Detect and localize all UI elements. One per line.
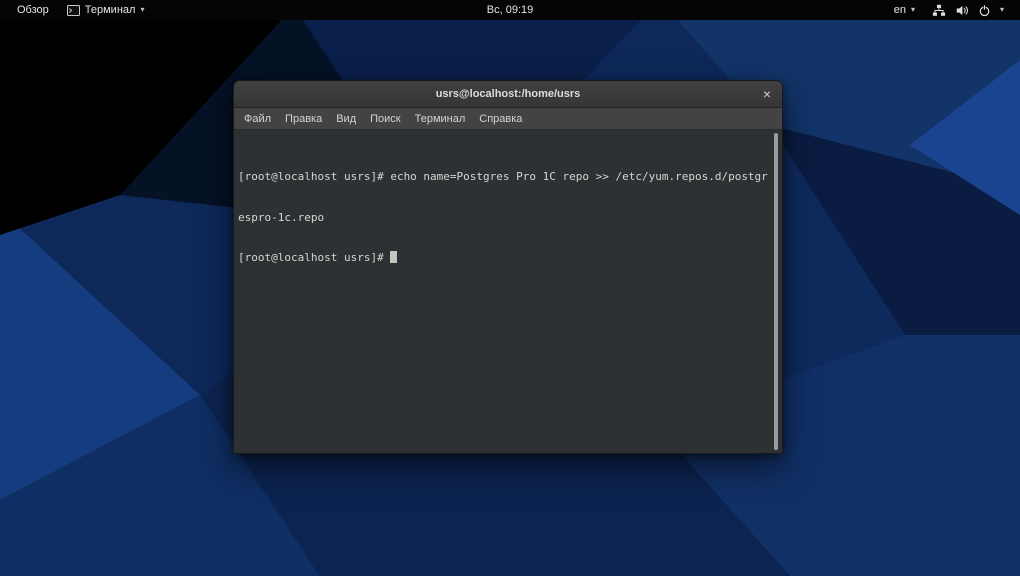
menu-item-file[interactable]: Файл [237, 108, 278, 129]
terminal-icon [66, 4, 80, 16]
topbar-left: Обзор Терминал ▾ [0, 0, 153, 20]
menu-item-edit[interactable]: Правка [278, 108, 329, 129]
window-title: usrs@localhost:/home/usrs [435, 88, 581, 100]
menu-item-help[interactable]: Справка [472, 108, 529, 129]
app-menu-label: Терминал [84, 4, 136, 16]
terminal-screen[interactable]: [root@localhost usrs]# echo name=Postgre… [234, 130, 782, 453]
menu-bar: Файл Правка Вид Поиск Терминал Справка [234, 108, 782, 130]
topbar-right: en ▾ ▾ [885, 0, 1020, 20]
activities-label: Обзор [17, 4, 49, 16]
clock-button[interactable]: Вс, 09:19 [479, 0, 541, 20]
scrollbar-thumb[interactable] [774, 133, 778, 450]
clock-label: Вс, 09:19 [486, 4, 534, 16]
app-menu-button[interactable]: Терминал ▾ [58, 0, 154, 20]
menu-item-search[interactable]: Поиск [363, 108, 407, 129]
terminal-prompt-line: [root@localhost usrs]# [238, 251, 768, 265]
network-icon [932, 4, 946, 17]
terminal-window: usrs@localhost:/home/usrs × Файл Правка … [233, 80, 783, 454]
activities-button[interactable]: Обзор [8, 0, 58, 20]
power-icon [978, 4, 991, 17]
terminal-line: [root@localhost usrs]# echo name=Postgre… [238, 170, 768, 183]
close-button[interactable]: × [758, 85, 776, 103]
top-bar: Обзор Терминал ▾ Вс, 09:19 en ▾ ▾ [0, 0, 1020, 20]
terminal-cursor [390, 251, 398, 263]
volume-icon [955, 4, 969, 17]
terminal-line: espro-1c.repo [238, 210, 325, 224]
keyboard-layout-button[interactable]: en ▾ [885, 0, 924, 20]
chevron-down-icon: ▾ [140, 5, 145, 14]
terminal-output: [root@localhost usrs]# echo name=Postgre… [238, 143, 768, 292]
scrollbar[interactable] [771, 133, 780, 450]
chevron-down-icon: ▾ [999, 5, 1004, 14]
menu-item-view[interactable]: Вид [329, 108, 363, 129]
system-status-menu[interactable]: ▾ [924, 0, 1012, 20]
window-titlebar[interactable]: usrs@localhost:/home/usrs × [234, 81, 782, 108]
terminal-prompt: [root@localhost usrs]# [238, 251, 391, 264]
menu-item-terminal[interactable]: Терминал [408, 108, 473, 129]
keyboard-layout-label: en [893, 4, 906, 16]
chevron-down-icon: ▾ [910, 5, 915, 14]
